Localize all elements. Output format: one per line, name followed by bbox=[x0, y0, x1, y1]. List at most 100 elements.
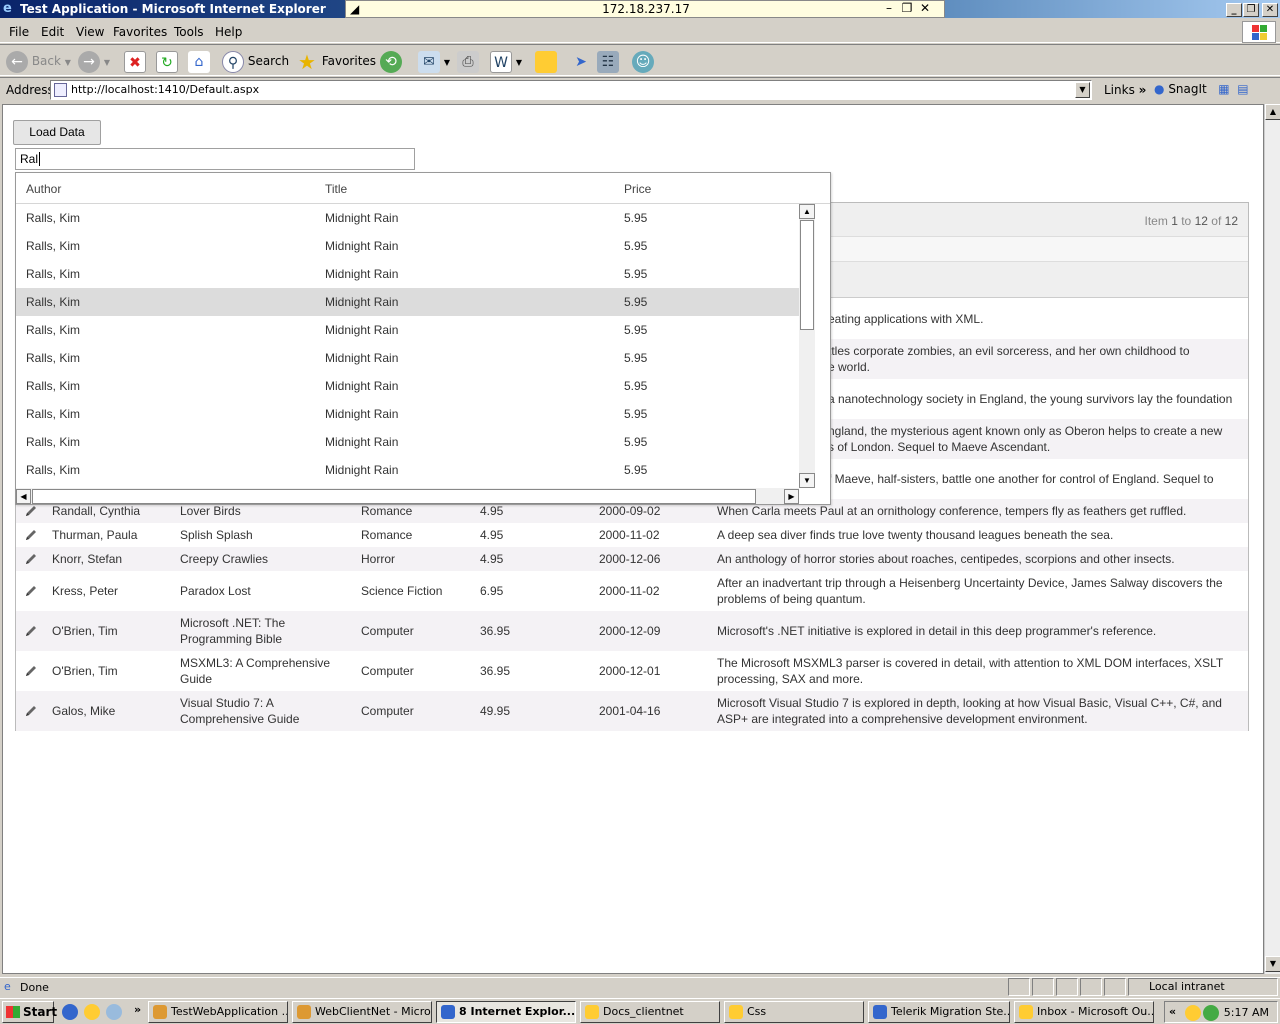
menu-favorites[interactable]: Favorites bbox=[113, 25, 167, 39]
dropdown-row[interactable]: Ralls, Kim Midnight Rain 5.95 bbox=[16, 400, 814, 428]
edit-pencil-icon[interactable] bbox=[24, 552, 38, 566]
back-button[interactable]: ← Back ▼ bbox=[6, 48, 71, 74]
system-tray: « 5:17 AM bbox=[1164, 1001, 1278, 1023]
quicklaunch-more-icon[interactable]: » bbox=[134, 1003, 141, 1016]
dropdown-horizontal-scrollbar[interactable]: ◀ ▶ bbox=[16, 488, 799, 504]
remote-connection-bar: ◢ 172.18.237.17 – ❐ ✕ bbox=[345, 0, 945, 18]
page-scroll-up-arrow[interactable]: ▲ bbox=[1265, 104, 1280, 120]
edit-pencil-icon[interactable] bbox=[24, 584, 38, 598]
minimize-button[interactable]: _ bbox=[1226, 3, 1242, 17]
pointer-button[interactable]: ➤ bbox=[570, 48, 592, 74]
snagit-capture-icon[interactable]: ▤ bbox=[1237, 82, 1248, 96]
dropdown-row[interactable]: Ralls, Kim Midnight Rain 5.95 bbox=[16, 288, 814, 316]
snagit-window-icon[interactable]: ▦ bbox=[1218, 82, 1229, 96]
note-button[interactable] bbox=[535, 48, 557, 74]
snagit-button[interactable]: ● SnagIt ▦ ▤ bbox=[1154, 82, 1249, 96]
favorites-button[interactable]: ★ Favorites bbox=[296, 48, 376, 74]
quicklaunch-outlook-icon[interactable] bbox=[84, 1004, 100, 1020]
taskbar-button[interactable]: Css bbox=[724, 1001, 864, 1023]
dropdown-row[interactable]: Ralls, Kim Midnight Rain 5.95 bbox=[16, 344, 814, 372]
search-button[interactable]: ⚲ Search bbox=[222, 48, 289, 74]
rdp-restore-button[interactable]: ❐ bbox=[898, 1, 916, 15]
column-title[interactable]: Title bbox=[325, 182, 347, 196]
dropdown-cell-author: Ralls, Kim bbox=[26, 239, 81, 253]
history-icon: ⟲ bbox=[380, 50, 402, 73]
edit-pencil-icon[interactable] bbox=[24, 704, 38, 718]
close-button[interactable]: ✕ bbox=[1262, 3, 1278, 17]
page-done-icon: e bbox=[4, 980, 11, 993]
home-button[interactable]: ⌂ bbox=[188, 48, 210, 74]
menu-view[interactable]: View bbox=[76, 25, 104, 39]
table-row[interactable]: Galos, Mike Visual Studio 7: A Comprehensi… bbox=[16, 691, 1248, 731]
page-vertical-scrollbar[interactable]: ▲ ▼ bbox=[1264, 104, 1280, 974]
dropdown-cell-price: 5.95 bbox=[624, 323, 648, 337]
cell-title-line: Paradox Lost bbox=[180, 584, 251, 598]
scroll-thumb[interactable] bbox=[800, 220, 814, 330]
tray-messenger-icon[interactable] bbox=[1203, 1005, 1219, 1021]
dropdown-row[interactable]: Ralls, Kim Midnight Rain 5.95 bbox=[16, 372, 814, 400]
table-row[interactable]: Kress, Peter Paradox Lost Science Fiction 6… bbox=[16, 571, 1248, 611]
mail-button[interactable]: ✉ ▼ bbox=[418, 48, 450, 74]
stop-button[interactable]: ✖ bbox=[124, 48, 146, 74]
menu-edit[interactable]: Edit bbox=[41, 25, 64, 39]
tray-expand-icon[interactable]: « bbox=[1169, 1005, 1176, 1018]
edit-word-button[interactable]: W ▼ bbox=[490, 48, 522, 74]
taskbar-button[interactable]: Inbox - Microsoft Ou... bbox=[1014, 1001, 1154, 1023]
snagit-label: SnagIt bbox=[1168, 82, 1207, 96]
research-button[interactable]: ☷ bbox=[597, 48, 619, 74]
table-row[interactable]: O'Brien, Tim MSXML3: A Comprehensive Guide… bbox=[16, 651, 1248, 691]
page-scroll-down-arrow[interactable]: ▼ bbox=[1265, 956, 1280, 972]
dropdown-row[interactable]: Ralls, Kim Midnight Rain 5.95 bbox=[16, 204, 814, 232]
restore-button[interactable]: ❐ bbox=[1243, 3, 1259, 17]
scroll-down-arrow[interactable]: ▼ bbox=[799, 473, 815, 488]
forward-button[interactable]: → ▼ bbox=[78, 48, 110, 74]
scroll-up-arrow[interactable]: ▲ bbox=[799, 204, 815, 219]
menu-file[interactable]: File bbox=[9, 25, 29, 39]
cell-title-line: Splish Splash bbox=[180, 528, 253, 542]
cell-price: 36.95 bbox=[480, 664, 511, 678]
edit-pencil-icon[interactable] bbox=[24, 504, 38, 518]
dropdown-row[interactable]: Ralls, Kim Midnight Rain 5.95 bbox=[16, 316, 814, 344]
scroll-left-arrow[interactable]: ◀ bbox=[16, 489, 31, 504]
taskbar-button[interactable]: Docs_clientnet bbox=[580, 1001, 720, 1023]
history-button[interactable]: ⟲ bbox=[380, 48, 402, 74]
taskbar-button[interactable]: TestWebApplication ... bbox=[148, 1001, 288, 1023]
scroll-right-arrow[interactable]: ▶ bbox=[784, 489, 799, 504]
table-row[interactable]: Knorr, Stefan Creepy Crawlies Horror 4.95 20… bbox=[16, 547, 1248, 571]
rdp-minimize-button[interactable]: – bbox=[880, 1, 898, 15]
messenger-button[interactable]: ☺ bbox=[632, 48, 654, 74]
links-toolbar[interactable]: Links » bbox=[1104, 83, 1146, 97]
edit-pencil-icon[interactable] bbox=[24, 528, 38, 542]
quicklaunch-desktop-icon[interactable] bbox=[106, 1004, 122, 1020]
refresh-button[interactable]: ↻ bbox=[156, 48, 178, 74]
dropdown-row[interactable]: Ralls, Kim Midnight Rain 5.95 bbox=[16, 456, 814, 484]
column-price[interactable]: Price bbox=[624, 182, 651, 196]
address-input[interactable]: http://localhost:1410/Default.aspx ▼ bbox=[50, 80, 1092, 100]
menu-tools[interactable]: Tools bbox=[174, 25, 204, 39]
print-button[interactable]: ⎙ bbox=[457, 48, 479, 74]
cell-description: Microsoft Visual Studio 7 is explored in… bbox=[717, 695, 1222, 727]
autocomplete-search-input[interactable]: Ral bbox=[15, 148, 415, 170]
edit-pencil-icon[interactable] bbox=[24, 624, 38, 638]
cell-date: 2001-04-16 bbox=[599, 704, 661, 718]
start-button[interactable]: Start bbox=[2, 1001, 57, 1023]
quicklaunch-ie-icon[interactable] bbox=[62, 1004, 78, 1020]
hscroll-thumb[interactable] bbox=[32, 489, 756, 504]
edit-pencil-icon[interactable] bbox=[24, 664, 38, 678]
taskbar-button[interactable]: 8 Internet Explor... bbox=[436, 1001, 576, 1023]
table-row[interactable]: O'Brien, Tim Microsoft .NET: The Programmi… bbox=[16, 611, 1248, 651]
taskbar-button[interactable]: Telerik Migration Ste... bbox=[868, 1001, 1010, 1023]
dropdown-vertical-scrollbar[interactable]: ▲ ▼ bbox=[799, 204, 815, 488]
dropdown-row[interactable]: Ralls, Kim Midnight Rain 5.95 bbox=[16, 232, 814, 260]
dropdown-row[interactable]: Ralls, Kim Midnight Rain 5.95 bbox=[16, 428, 814, 456]
address-dropdown-arrow[interactable]: ▼ bbox=[1075, 82, 1090, 98]
table-row[interactable]: Thurman, Paula Splish Splash Romance 4.95 20… bbox=[16, 523, 1248, 547]
cell-description-line: problems of being quantum. bbox=[717, 592, 866, 606]
tray-outlook-icon[interactable] bbox=[1185, 1005, 1201, 1021]
column-author[interactable]: Author bbox=[26, 182, 61, 196]
dropdown-row[interactable]: Ralls, Kim Midnight Rain 5.95 bbox=[16, 260, 814, 288]
taskbar-button[interactable]: WebClientNet - Micro... bbox=[292, 1001, 432, 1023]
load-data-button[interactable]: Load Data bbox=[13, 120, 101, 145]
menu-help[interactable]: Help bbox=[215, 25, 242, 39]
rdp-close-button[interactable]: ✕ bbox=[916, 1, 934, 15]
